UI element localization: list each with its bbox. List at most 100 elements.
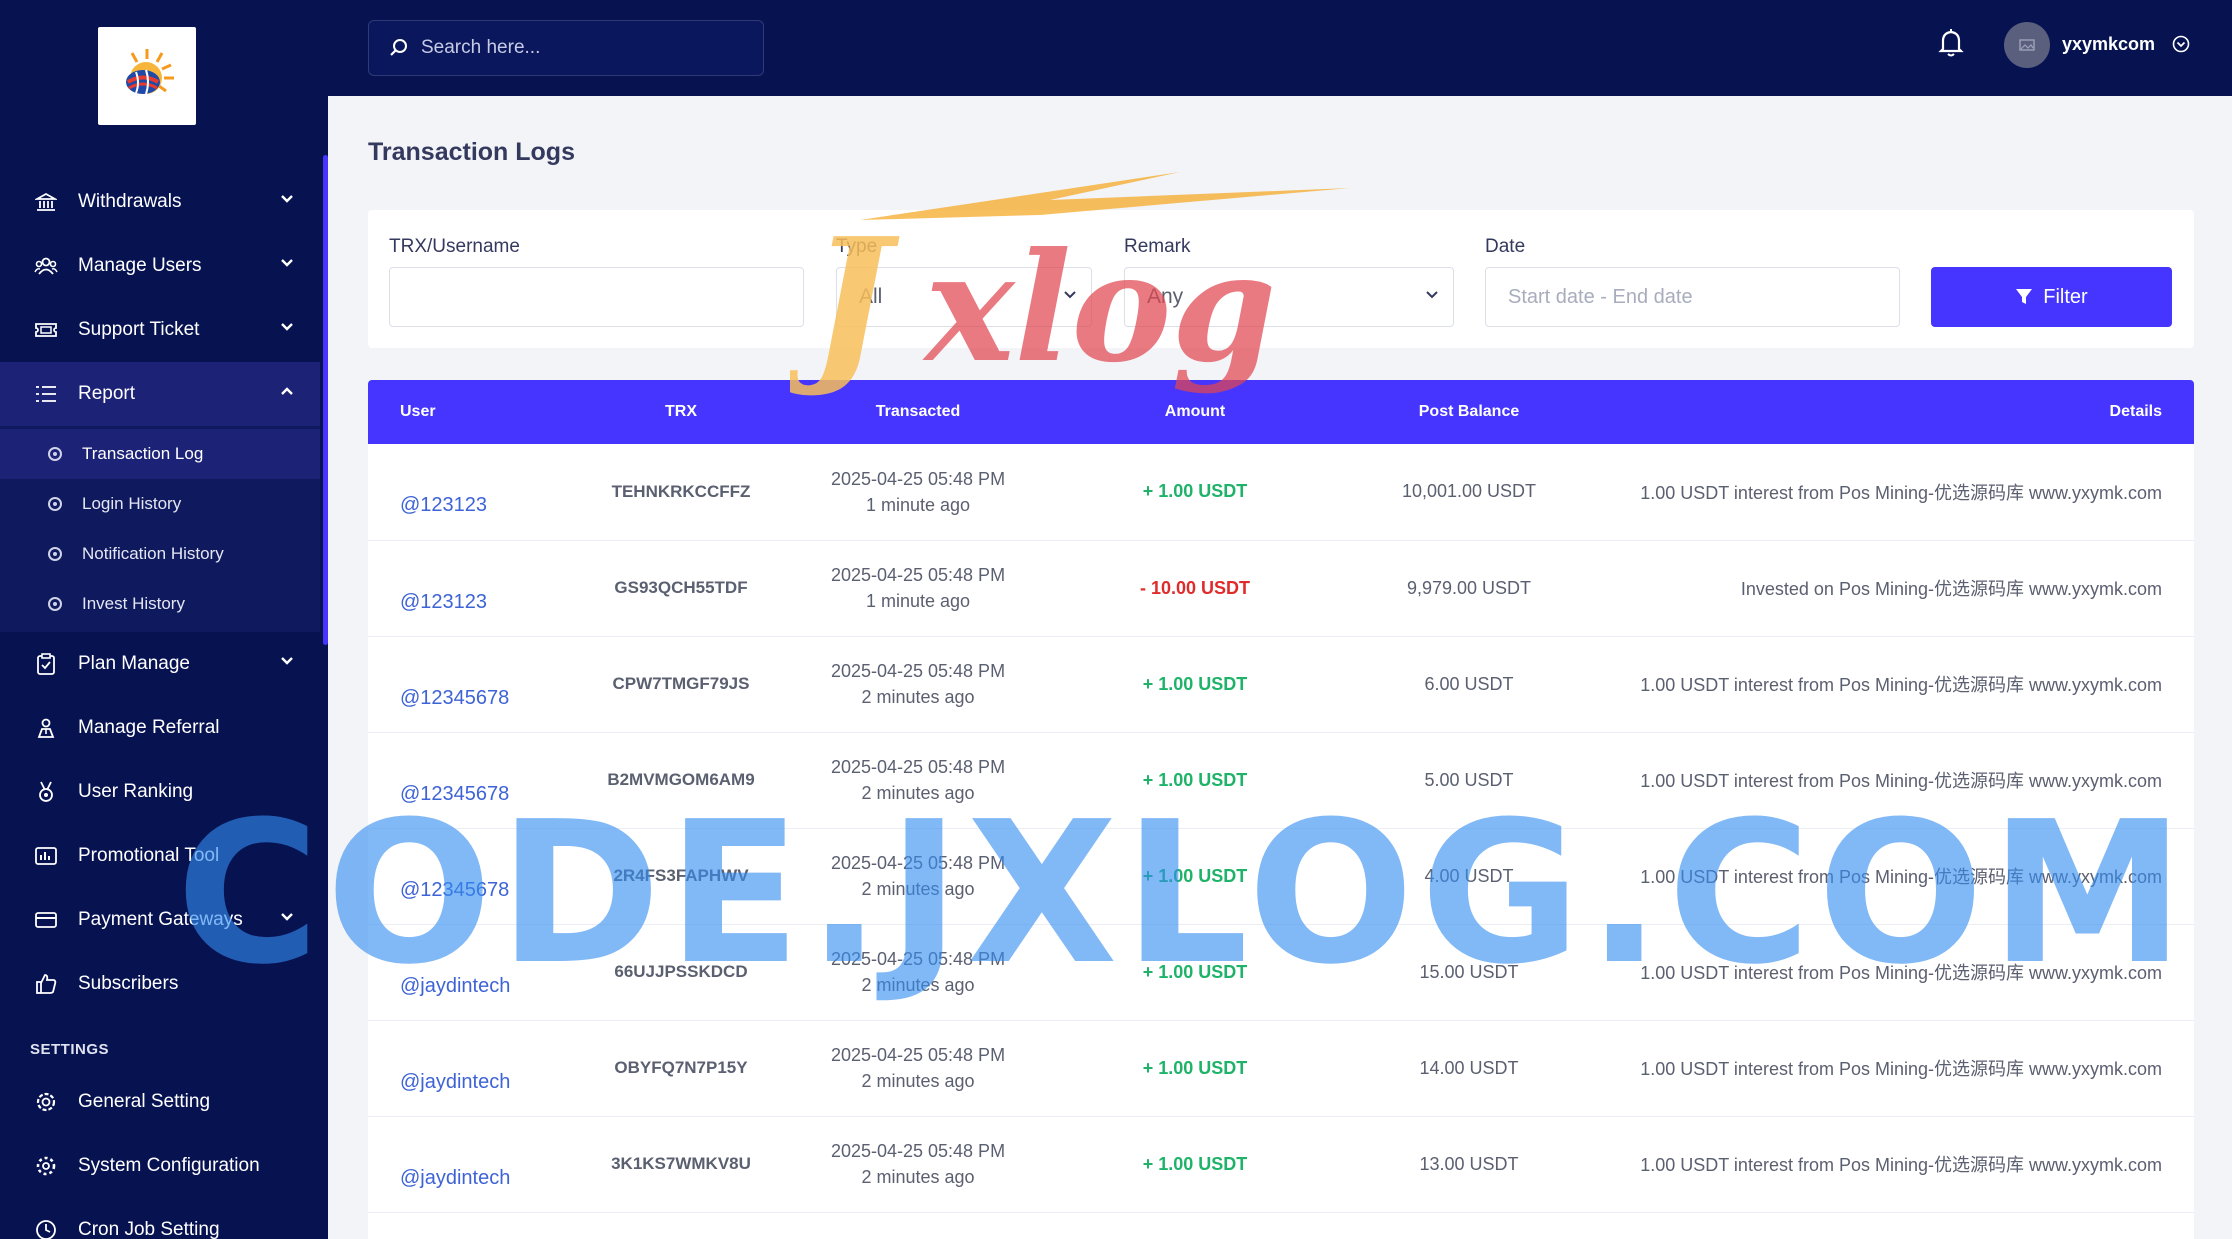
- transacted-ago: 2 minutes ago: [861, 975, 975, 995]
- transacted-date: 2025-04-25 05:48 PM: [830, 853, 1006, 873]
- sidebar-subitem-notification-history[interactable]: Notification History: [0, 529, 320, 579]
- filter-button-label: Filter: [2043, 285, 2088, 308]
- bell-icon[interactable]: [1938, 28, 1964, 58]
- cell-user: @123123: [368, 540, 566, 636]
- search-box[interactable]: [368, 20, 764, 76]
- image-placeholder-icon: [2019, 39, 2035, 51]
- sidebar-item-promotional-tool[interactable]: Promotional Tool: [0, 824, 320, 888]
- transacted-date: 2025-04-25 05:48 PM: [830, 565, 1006, 585]
- sidebar-item-withdrawals[interactable]: Withdrawals: [0, 170, 320, 234]
- sidebar-item-label: Manage Users: [78, 255, 202, 276]
- table-row: @jaydintech OBYFQ7N7P15Y 2025-04-25 05:48 …: [368, 1020, 2194, 1116]
- sidebar-subitem-transaction-log[interactable]: Transaction Log: [0, 429, 320, 479]
- trx-username-input[interactable]: [389, 267, 804, 327]
- transacted-ago: 2 minutes ago: [861, 687, 975, 707]
- sidebar-item-label: Withdrawals: [78, 191, 182, 212]
- sidebar-subitem-label: Invest History: [82, 594, 185, 613]
- cell-post-balance: 10,001.00 USDT: [1401, 481, 1537, 502]
- sidebar-item-general-setting[interactable]: General Setting: [0, 1070, 320, 1134]
- table-row: @jaydintech 66UJJPSSKDCD 2025-04-25 05:48 …: [368, 924, 2194, 1020]
- sidebar-item-manage-referral[interactable]: Manage Referral: [0, 696, 320, 760]
- sidebar-item-support-ticket[interactable]: Support Ticket: [0, 298, 320, 362]
- transacted-ago: 2 minutes ago: [861, 1167, 975, 1187]
- cell-amount: + 1.00 USDT: [1142, 865, 1248, 886]
- cell-trx: GS93QCH55TDF: [614, 578, 748, 597]
- sidebar-item-subscribers[interactable]: Subscribers: [0, 952, 320, 1016]
- cell-post-balance: 9,979.00 USDT: [1406, 577, 1532, 598]
- type-select[interactable]: All: [836, 267, 1092, 327]
- user-link[interactable]: @jaydintech: [400, 1071, 510, 1093]
- chevron-down-icon: [281, 657, 293, 665]
- user-link[interactable]: @jaydintech: [400, 1167, 510, 1189]
- sidebar-subitem-invest-history[interactable]: Invest History: [0, 579, 320, 629]
- transacted-date: 2025-04-25 05:48 PM: [830, 1045, 1006, 1065]
- table-header-row: User TRX Transacted Amount Post Balance …: [368, 380, 2194, 444]
- sidebar-item-plan-manage[interactable]: Plan Manage: [0, 632, 320, 696]
- sidebar-item-report[interactable]: Report: [0, 362, 320, 426]
- remark-label: Remark: [1124, 236, 1191, 257]
- username[interactable]: yxymkcom: [2062, 34, 2155, 55]
- cell-post-balance: 15.00 USDT: [1419, 961, 1519, 982]
- trx-label: TRX/Username: [389, 236, 520, 257]
- cell-transacted: 2025-04-25 05:48 PM 2 minutes ago: [796, 1020, 1040, 1116]
- cell-user: @123123: [368, 444, 566, 540]
- cell-transacted: 2025-04-25 05:48 PM 2 minutes ago: [796, 636, 1040, 732]
- cell-amount: + 1.00 USDT: [1142, 481, 1248, 502]
- chevron-down-icon: [281, 195, 293, 203]
- filter-button[interactable]: Filter: [1931, 267, 2172, 327]
- sidebar-item-payment-gateways[interactable]: Payment Gateways: [0, 888, 320, 952]
- sidebar-item-system-configuration[interactable]: System Configuration: [0, 1134, 320, 1198]
- user-link[interactable]: @12345678: [400, 783, 509, 805]
- user-link[interactable]: @123123: [400, 591, 487, 613]
- chevron-down-icon: [281, 259, 293, 267]
- site-logo[interactable]: [98, 27, 196, 125]
- search-icon: [390, 39, 407, 56]
- remark-select-value: Any: [1147, 285, 1184, 308]
- user-link[interactable]: @123123: [400, 494, 487, 516]
- search-input[interactable]: [421, 37, 741, 59]
- chevron-down-icon: [1064, 291, 1076, 299]
- medal-icon: [34, 780, 58, 804]
- cell-transacted: 2025-04-25 05:48 PM 2 minutes ago: [796, 732, 1040, 828]
- settings-nav: General Setting System Configuration Cro…: [0, 1070, 320, 1239]
- cell-user: @jaydintech: [368, 924, 566, 1020]
- date-range-input[interactable]: Start date - End date: [1485, 267, 1900, 327]
- cell-trx: B2MVMGOM6AM9: [607, 770, 755, 789]
- transacted-date: 2025-04-25 05:48 PM: [830, 757, 1006, 777]
- bank-icon: [34, 190, 58, 214]
- cell-details: 1.00 USDT interest from Pos Mining-优选源码库…: [1640, 867, 2162, 887]
- sidebar-subitem-login-history[interactable]: Login History: [0, 479, 320, 529]
- sidebar-item-manage-users[interactable]: Manage Users: [0, 234, 320, 298]
- chevron-circle-down-icon[interactable]: [2172, 35, 2190, 53]
- table-row: @12345678 B2MVMGOM6AM9 2025-04-25 05:48 PM…: [368, 732, 2194, 828]
- page-title: Transaction Logs: [368, 138, 575, 166]
- globe-logo-icon: [126, 49, 174, 95]
- remark-select[interactable]: Any: [1124, 267, 1454, 327]
- cell-transacted: 2025-04-25 05:48 PM 2 minutes ago: [796, 1116, 1040, 1212]
- user-link[interactable]: @12345678: [400, 687, 509, 709]
- avatar[interactable]: [2004, 22, 2050, 68]
- circle-dot-icon: [48, 597, 62, 611]
- circle-dot-icon: [48, 497, 62, 511]
- transaction-table: User TRX Transacted Amount Post Balance …: [368, 380, 2194, 1239]
- sidebar-item-user-ranking[interactable]: User Ranking: [0, 760, 320, 824]
- cell-user: @jaydintech: [368, 1116, 566, 1212]
- col-header-user: User: [400, 403, 436, 420]
- cog-icon: [34, 1090, 58, 1114]
- cell-trx: TEHNKRKCCFFZ: [611, 481, 751, 501]
- transacted-date: 2025-04-25 05:48 PM: [830, 1141, 1006, 1161]
- user-link[interactable]: @12345678: [400, 879, 509, 901]
- transacted-ago: 2 minutes ago: [861, 783, 975, 803]
- cell-amount: - 10.00 USDT: [1139, 577, 1251, 598]
- sidebar-subitem-label: Transaction Log: [82, 444, 204, 463]
- settings-section-title: SETTINGS: [30, 1041, 110, 1058]
- col-header-amount: Amount: [1164, 403, 1226, 420]
- sidebar-scrollbar[interactable]: [323, 155, 328, 645]
- sidebar-item-cron-job-setting[interactable]: Cron Job Setting: [0, 1198, 320, 1239]
- cell-amount: + 1.00 USDT: [1142, 673, 1248, 694]
- user-link[interactable]: @jaydintech: [400, 975, 510, 997]
- type-label: Type: [836, 236, 878, 257]
- sidebar-item-label: Report: [78, 383, 136, 404]
- transacted-ago: 2 minutes ago: [861, 1071, 975, 1091]
- chart-box-icon: [34, 844, 58, 868]
